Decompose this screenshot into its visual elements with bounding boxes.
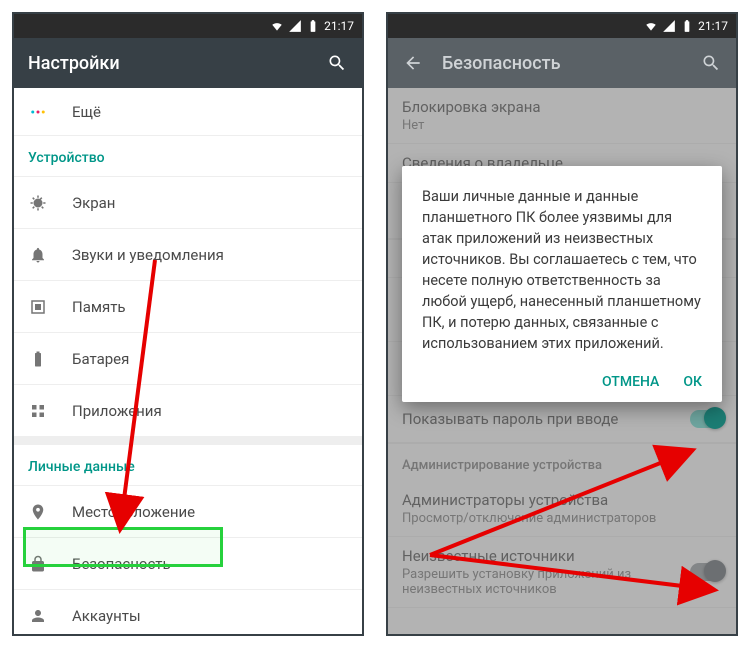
section-device: Устройство [14,136,362,177]
list-label: Безопасность [72,555,171,573]
security-title: Безопасность [442,53,682,74]
memory-icon [29,298,47,316]
more-icon [29,103,47,121]
dialog-actions: ОТМЕНА ОК [422,372,702,392]
status-bar: 21:17 [14,14,362,38]
list-item-security[interactable]: Безопасность [14,538,362,590]
list-item-accounts[interactable]: Аккаунты [14,590,362,634]
section-personal: Личные данные [14,437,362,486]
dialog-text: Ваши личные данные и данные планшетного … [422,186,702,354]
apps-icon [29,402,47,420]
battery-icon [29,350,47,368]
bell-icon [29,246,47,264]
list-label: Память [72,298,126,316]
lock-icon [29,555,47,573]
list-item-more[interactable]: Ещё [14,88,362,136]
list-item-memory[interactable]: Память [14,281,362,333]
search-icon [701,53,721,73]
status-time: 21:17 [324,19,354,33]
list-label: Аккаунты [72,607,141,625]
battery-icon [306,19,320,33]
status-time: 21:17 [698,19,728,33]
status-bar: 21:17 [388,14,736,38]
list-label: Батарея [72,350,129,368]
cancel-button[interactable]: ОТМЕНА [602,372,659,392]
phone-settings: 21:17 Настройки Ещё Устройство Экран Зву… [12,12,364,636]
list-item-location[interactable]: Местоположение [14,486,362,538]
security-header: Безопасность [388,38,736,88]
settings-header: Настройки [14,38,362,88]
search-icon [327,53,347,73]
list-item-display[interactable]: Экран [14,177,362,229]
list-label: Местоположение [72,503,195,521]
location-icon [29,503,47,521]
list-label: Экран [72,194,115,212]
settings-list: Ещё Устройство Экран Звуки и уведомления… [14,88,362,634]
list-item-apps[interactable]: Приложения [14,385,362,437]
list-item-sound[interactable]: Звуки и уведомления [14,229,362,281]
wifi-icon [270,19,284,33]
search-button[interactable] [326,52,348,74]
list-label: Приложения [72,402,162,420]
signal-icon [662,19,676,33]
back-button[interactable] [402,52,424,74]
ok-button[interactable]: ОК [683,372,702,392]
wifi-icon [644,19,658,33]
display-icon [29,194,47,212]
back-icon [403,53,423,73]
phone-security: 21:17 Безопасность Блокировка экрана Нет… [386,12,738,636]
account-icon [29,607,47,625]
search-button[interactable] [700,52,722,74]
list-label: Звуки и уведомления [72,246,224,264]
battery-icon [680,19,694,33]
list-item-battery[interactable]: Батарея [14,333,362,385]
signal-icon [288,19,302,33]
list-label: Ещё [72,103,101,121]
confirm-dialog: Ваши личные данные и данные планшетного … [402,166,722,402]
settings-title: Настройки [28,53,308,74]
